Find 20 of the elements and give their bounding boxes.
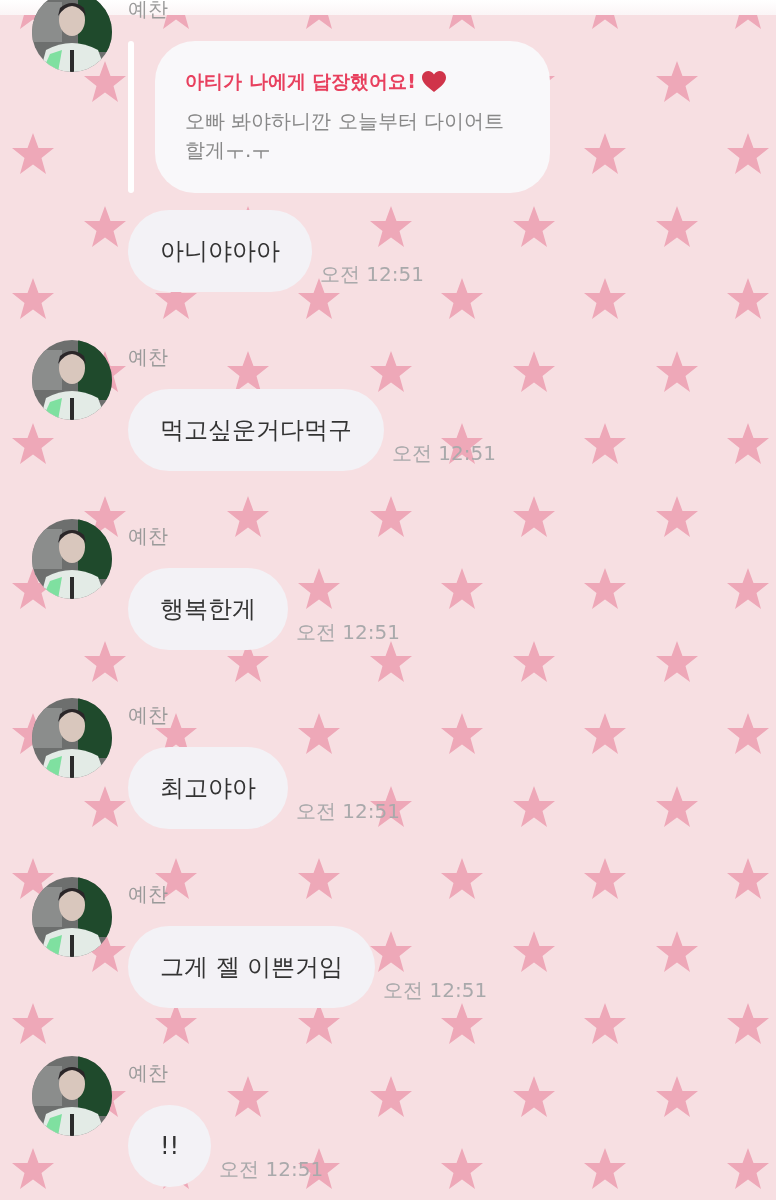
- sender-name: 예찬: [128, 881, 169, 907]
- sender-name: 예찬: [128, 702, 169, 728]
- sender-name: 예찬: [128, 523, 169, 549]
- message-bubble: 행복한게: [128, 568, 288, 650]
- message-time: 오전 12:51: [296, 619, 400, 646]
- message-time: 오전 12:51: [219, 1156, 324, 1183]
- sender-name: 예찬: [128, 0, 169, 22]
- reply-title: 아티가 나에게 답장했어요!: [185, 69, 416, 94]
- heart-icon: [421, 71, 446, 93]
- sender-name: 예찬: [128, 344, 169, 370]
- message-time: 오전 12:51: [392, 440, 496, 467]
- message-bubble: 그게 젤 이쁜거임: [128, 926, 376, 1008]
- sender-name: 예찬: [128, 1060, 169, 1086]
- message-bubble: 먹고싶운거다먹구: [128, 389, 384, 471]
- message-bubble: 최고야아: [128, 747, 288, 829]
- message-time: 오전 12:51: [320, 261, 424, 288]
- message-time: 오전 12:51: [383, 977, 488, 1004]
- message-time: 오전 12:51: [296, 798, 400, 825]
- message-bubble: 아니야아아: [128, 210, 312, 292]
- reply-text: 오빠 봐야하니깐 오늘부터 다이어트 할게ㅜ.ㅜ: [185, 108, 506, 164]
